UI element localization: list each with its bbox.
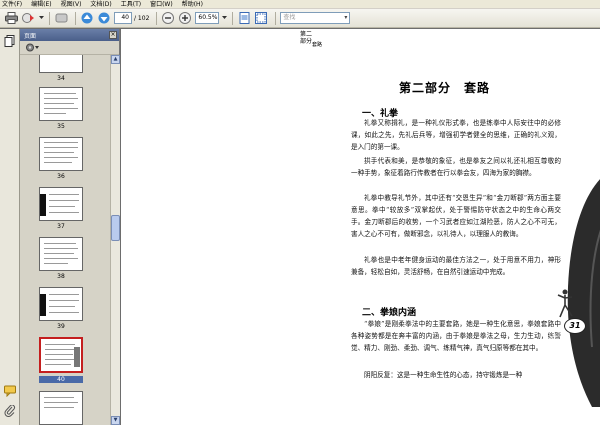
- page-thumbnail[interactable]: [39, 137, 83, 171]
- search-input[interactable]: 查找 ▾: [280, 12, 351, 24]
- fit-page-button[interactable]: [237, 11, 251, 25]
- page-thumbnail[interactable]: [39, 287, 83, 321]
- menu-window[interactable]: 窗口(W): [150, 0, 173, 9]
- fit-width-icon: [255, 12, 268, 24]
- paragraph: 礼拳也是中老年健身运动的最佳方法之一，处于用意不用力，神形兼备，轻松自如，灵活舒…: [351, 256, 561, 276]
- thumbnail-label: 36: [57, 173, 65, 180]
- pdf-reader-window: 文件(F) 编辑(E) 视图(V) 文档(D) 工具(T) 窗口(W) 帮助(H…: [0, 0, 600, 425]
- comments-tab[interactable]: [4, 385, 16, 398]
- toolbar-separator: [49, 11, 50, 25]
- thumbnail-label: 37: [57, 223, 65, 230]
- menu-view[interactable]: 视图(V): [61, 0, 82, 9]
- paragraph: 拱手代表和美，是恭敬的象征，也是拳友之间以礼还礼相互尊敬的一种手势，象征着路行传…: [351, 157, 561, 177]
- thumbnail-label: 39: [57, 323, 65, 330]
- thumbnail-scrollbar[interactable]: ▲ ▼: [110, 55, 120, 425]
- chevron-down-icon: [222, 16, 228, 19]
- toolbar-separator: [232, 11, 234, 25]
- menu-document[interactable]: 文档(D): [90, 0, 111, 9]
- thumbnail-label: 40: [39, 376, 83, 383]
- pages-panel-title: 页面: [24, 32, 37, 40]
- page-thumbnail[interactable]: [39, 87, 83, 121]
- email-icon: [21, 13, 34, 23]
- print-button[interactable]: [4, 11, 18, 25]
- running-header-sub: 套路: [311, 42, 322, 48]
- menu-tools[interactable]: 工具(T): [121, 0, 141, 9]
- pages-icon: [4, 35, 15, 47]
- paragraph: 礼拳中教导礼节外，其中还有“交恩生异”和“金刀断郡”两方面主要意思。拳中“较放多…: [351, 194, 561, 238]
- page-thumbnail[interactable]: [39, 55, 83, 73]
- toolbar-separator: [275, 11, 277, 25]
- zoom-input[interactable]: 60.5%: [195, 12, 220, 24]
- hand-icon: [55, 13, 67, 23]
- print-icon: [4, 12, 18, 24]
- page-number-input[interactable]: 40: [114, 12, 132, 24]
- search-placeholder: 查找: [283, 14, 296, 21]
- attachments-tab[interactable]: [4, 404, 16, 418]
- toolbar: 40 / 102 60.5% 查找 ▾: [0, 9, 600, 28]
- part-title: 第二部分 套路: [399, 81, 491, 95]
- page-total: / 102: [134, 14, 150, 22]
- page-number-badge: 31: [564, 318, 586, 334]
- close-panel-button[interactable]: ×: [109, 31, 117, 39]
- thumbnail-label: 35: [57, 123, 65, 130]
- fit-page-icon: [239, 12, 250, 24]
- email-button[interactable]: [21, 11, 35, 25]
- zoom-in-icon: [179, 12, 192, 24]
- pages-tab[interactable]: [4, 35, 16, 47]
- thumbnail-list: 34 35 36 37 38 39 40: [20, 55, 110, 425]
- previous-page-button[interactable]: [80, 11, 94, 25]
- zoom-out-button[interactable]: [161, 11, 175, 25]
- menu-bar: 文件(F) 编辑(E) 视图(V) 文档(D) 工具(T) 窗口(W) 帮助(H…: [0, 0, 600, 9]
- page-thumbnail-selected[interactable]: [39, 337, 83, 373]
- fit-width-button[interactable]: [254, 11, 268, 25]
- thumbnail-label: 34: [57, 75, 65, 82]
- document-page-left: 第二部分 套路: [121, 29, 324, 425]
- paragraph: 礼拳又称揖礼，是一种礼仪形式拳，也是练拳中人际安往中的必修课，如此之先，先礼后兵…: [351, 119, 561, 151]
- thumbnail-label: 38: [57, 273, 65, 280]
- hand-tool-button[interactable]: [54, 11, 68, 25]
- toolbar-separator: [156, 11, 158, 25]
- document-view[interactable]: 第二部分 套路 第二部分 套路 一、礼拳 礼拳又称揖礼，是一种礼仪形式拳，也是练…: [121, 29, 600, 425]
- toolbar-separator: [75, 11, 76, 25]
- martial-artist-illustration: [557, 289, 573, 318]
- next-page-button[interactable]: [97, 11, 111, 25]
- scroll-down-button[interactable]: ▼: [111, 416, 120, 425]
- zoom-in-button[interactable]: [178, 11, 192, 25]
- menu-file[interactable]: 文件(F): [2, 0, 22, 9]
- menu-help[interactable]: 帮助(H): [182, 0, 203, 9]
- document-page-right: 第二部分 套路 一、礼拳 礼拳又称揖礼，是一种礼仪形式拳，也是练拳中人际安往中的…: [324, 29, 600, 425]
- email-dropdown[interactable]: [38, 12, 45, 24]
- panel-options-bar: [20, 41, 119, 55]
- comments-icon: [4, 385, 16, 398]
- page-down-icon: [98, 12, 110, 24]
- page-thumbnail[interactable]: [39, 391, 83, 425]
- navigation-rail: [0, 29, 20, 425]
- chevron-down-icon[interactable]: ▾: [344, 13, 347, 23]
- page-thumbnail[interactable]: [39, 237, 83, 271]
- page-up-icon: [81, 12, 93, 24]
- zoom-dropdown[interactable]: [221, 12, 228, 24]
- section-title: 二、拳娘内涵: [362, 308, 417, 318]
- page-thumbnail[interactable]: [39, 187, 83, 221]
- attachments-icon: [4, 404, 15, 418]
- chevron-down-icon: [39, 16, 44, 19]
- paragraph: 阴阳反复：这是一种生命生性的心态，持守锻炼是一种: [364, 371, 523, 379]
- scroll-up-button[interactable]: ▲: [111, 55, 120, 64]
- menu-edit[interactable]: 编辑(E): [31, 0, 51, 9]
- zoom-out-icon: [162, 12, 175, 24]
- pages-panel-header: 页面 ×: [20, 29, 119, 41]
- pages-panel: 页面 × 34 35 36 37 38 39 40 ▲ ▼: [20, 29, 120, 425]
- scroll-thumb[interactable]: [111, 215, 120, 241]
- options-icon[interactable]: [26, 43, 40, 52]
